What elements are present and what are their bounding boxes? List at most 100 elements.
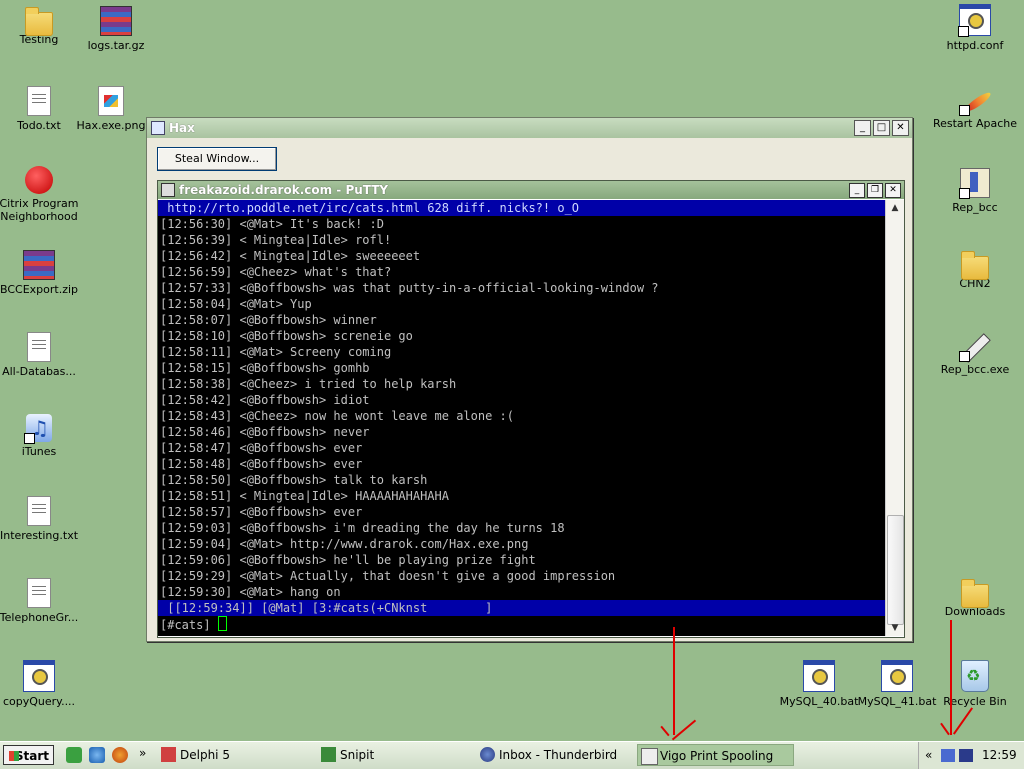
restore-button[interactable]: ❐ (867, 182, 883, 198)
terminal-output[interactable]: http://rto.poddle.net/irc/cats.html 628 … (158, 200, 885, 636)
chat-line: [12:58:42] <@Boffbowsh> idiot (160, 393, 370, 407)
irc-topic-bar: http://rto.poddle.net/irc/cats.html 628 … (158, 200, 885, 216)
desktop-icon-bccexport[interactable]: BCCExport.zip (0, 250, 82, 296)
minimize-button[interactable]: _ (849, 182, 865, 198)
desktop-icon-logs[interactable]: logs.tar.gz (73, 6, 159, 52)
folder-icon (25, 7, 53, 36)
delphi-icon (161, 747, 176, 762)
chat-line: [12:58:47] <@Boffbowsh> ever (160, 441, 363, 455)
desktop-icon-hax-png[interactable]: Hax.exe.png (73, 86, 149, 132)
chat-line: [12:58:07] <@Boffbowsh> winner (160, 313, 377, 327)
system-tray: « 12:59 (918, 742, 1024, 769)
steal-window-button[interactable]: Steal Window... (157, 147, 277, 171)
folder-icon (961, 251, 989, 280)
desktop-icon-itunes[interactable]: iTunes (0, 414, 82, 458)
archive-icon (23, 250, 55, 280)
desktop-icon-downloads[interactable]: Downloads (932, 578, 1018, 618)
putty-title: freakazoid.drarok.com - PuTTY (179, 183, 389, 197)
desktop-icon-telephone[interactable]: TelephoneGr... (0, 578, 82, 624)
desktop-icon-all-databases[interactable]: All-Databas... (0, 332, 82, 378)
chat-line: [12:59:03] <@Boffbowsh> i'm dreading the… (160, 521, 565, 535)
close-button[interactable]: ✕ (885, 182, 901, 198)
chat-line: [12:58:43] <@Cheez> now he wont leave me… (160, 409, 515, 423)
desktop-icon-copyquery[interactable]: copyQuery.... (0, 660, 82, 708)
desktop-icon-todo[interactable]: Todo.txt (0, 86, 82, 132)
scrollbar-thumb[interactable] (887, 515, 904, 625)
input-line[interactable]: [#cats] (158, 616, 885, 632)
desktop-icon-mysql41[interactable]: MySQL_41.bat (854, 660, 940, 708)
minimize-button[interactable]: _ (854, 120, 871, 136)
putty-window[interactable]: freakazoid.drarok.com - PuTTY _ ❐ ✕ http… (157, 180, 905, 638)
taskbar: Start » Delphi 5 Snipit Inbox - Thunderb… (0, 741, 1024, 769)
chat-line: [12:56:30] <@Mat> It's back! :D (160, 217, 384, 231)
clock[interactable]: 12:59 (982, 748, 1017, 762)
chat-line: [12:58:11] <@Mat> Screeny coming (160, 345, 392, 359)
citrix-icon (25, 166, 53, 194)
chat-line: [12:58:48] <@Boffbowsh> ever (160, 457, 363, 471)
vertical-scrollbar[interactable]: ▲ ▼ (885, 200, 904, 636)
printer-icon[interactable] (959, 749, 973, 762)
desktop-icon-citrix[interactable]: Citrix Program Neighborhood (0, 166, 82, 223)
chat-line: [12:58:38] <@Cheez> i tried to help kars… (160, 377, 457, 391)
chat-line: [12:56:59] <@Cheez> what's that? (160, 265, 392, 279)
chat-line: [12:58:51] < Mingtea|Idle> HAAAAHAHAHAHA (160, 489, 449, 503)
delphi-project-icon (959, 168, 990, 199)
desktop-icon-recycle-bin[interactable]: Recycle Bin (932, 660, 1018, 708)
text-file-icon (27, 496, 51, 526)
chat-line: [12:58:04] <@Mat> Yup (160, 297, 312, 311)
desktop-icon-restart-apache[interactable]: Restart Apache (932, 86, 1018, 130)
chat-line: [12:56:39] < Mingtea|Idle> rofl! (160, 233, 392, 247)
chat-line: [12:58:46] <@Boffbowsh> never (160, 425, 370, 439)
chat-line: [12:59:06] <@Boffbowsh> he'll be playing… (160, 553, 536, 567)
putty-titlebar[interactable]: freakazoid.drarok.com - PuTTY _ ❐ ✕ (158, 181, 904, 199)
text-file-icon (27, 578, 51, 608)
batch-file-icon (23, 660, 55, 692)
apache-feather-icon (959, 86, 989, 116)
maximize-button[interactable]: □ (873, 120, 890, 136)
chat-line: [12:58:10] <@Boffbowsh> screneie go (160, 329, 413, 343)
chat-line: [12:57:33] <@Boffbowsh> was that putty-i… (160, 281, 659, 295)
folder-icon (961, 579, 989, 608)
batch-file-icon (803, 660, 835, 692)
desktop-icon-interesting[interactable]: Interesting.txt (0, 496, 82, 542)
task-thunderbird[interactable]: Inbox - Thunderbird (477, 744, 632, 766)
scroll-down-arrow-icon[interactable]: ▼ (886, 620, 904, 636)
window-icon (641, 748, 658, 765)
chat-line: [12:58:50] <@Boffbowsh> talk to karsh (160, 473, 428, 487)
text-file-icon (27, 86, 51, 116)
quicklaunch-ie-icon[interactable] (89, 747, 105, 763)
hax-titlebar[interactable]: Hax _ □ ✕ (147, 118, 912, 138)
task-vigo-print-spooling[interactable]: Vigo Print Spooling (637, 744, 794, 766)
chat-line: [12:59:30] <@Mat> hang on (160, 585, 341, 599)
start-button[interactable]: Start (3, 745, 54, 765)
channel-prompt: [#cats] (160, 618, 218, 632)
archive-icon (100, 6, 132, 36)
chat-line: [12:56:42] < Mingtea|Idle> sweeeeeet (160, 249, 421, 263)
desktop-icon-chn2[interactable]: CHN2 (932, 250, 1018, 290)
quicklaunch-firefox-icon[interactable] (112, 747, 128, 763)
chat-line: [12:59:29] <@Mat> Actually, that doesn't… (160, 569, 616, 583)
quicklaunch-desktop-icon[interactable] (66, 747, 82, 763)
network-icon[interactable] (941, 749, 955, 762)
task-snipit[interactable]: Snipit (318, 744, 468, 766)
hax-title: Hax (169, 121, 195, 135)
task-delphi[interactable]: Delphi 5 (158, 744, 308, 766)
thunderbird-icon (480, 747, 495, 762)
desktop-icon-testing[interactable]: Testing (0, 6, 82, 46)
batch-file-icon (881, 660, 913, 692)
tray-expand-chevron[interactable]: « (925, 748, 932, 762)
scroll-up-arrow-icon[interactable]: ▲ (886, 200, 904, 216)
chat-line: [12:59:04] <@Mat> http://www.drarok.com/… (160, 537, 529, 551)
desktop-icon-mysql40[interactable]: MySQL_40.bat (776, 660, 862, 708)
image-file-icon (98, 86, 124, 116)
text-cursor (217, 616, 227, 631)
desktop-icon-httpd-conf[interactable]: httpd.conf (932, 4, 1018, 52)
close-button[interactable]: ✕ (892, 120, 909, 136)
putty-icon (161, 183, 175, 197)
desktop-icon-rep-bcc-exe[interactable]: Rep_bcc.exe (932, 332, 1018, 376)
config-file-icon (958, 4, 991, 37)
wrench-icon (959, 332, 989, 362)
quicklaunch-more-chevron[interactable]: » (139, 746, 146, 760)
desktop-icon-rep-bcc[interactable]: Rep_bcc (932, 168, 1018, 214)
irc-status-bar: [[12:59:34]] [@Mat] [3:#cats(+CNknst ] (158, 600, 885, 616)
